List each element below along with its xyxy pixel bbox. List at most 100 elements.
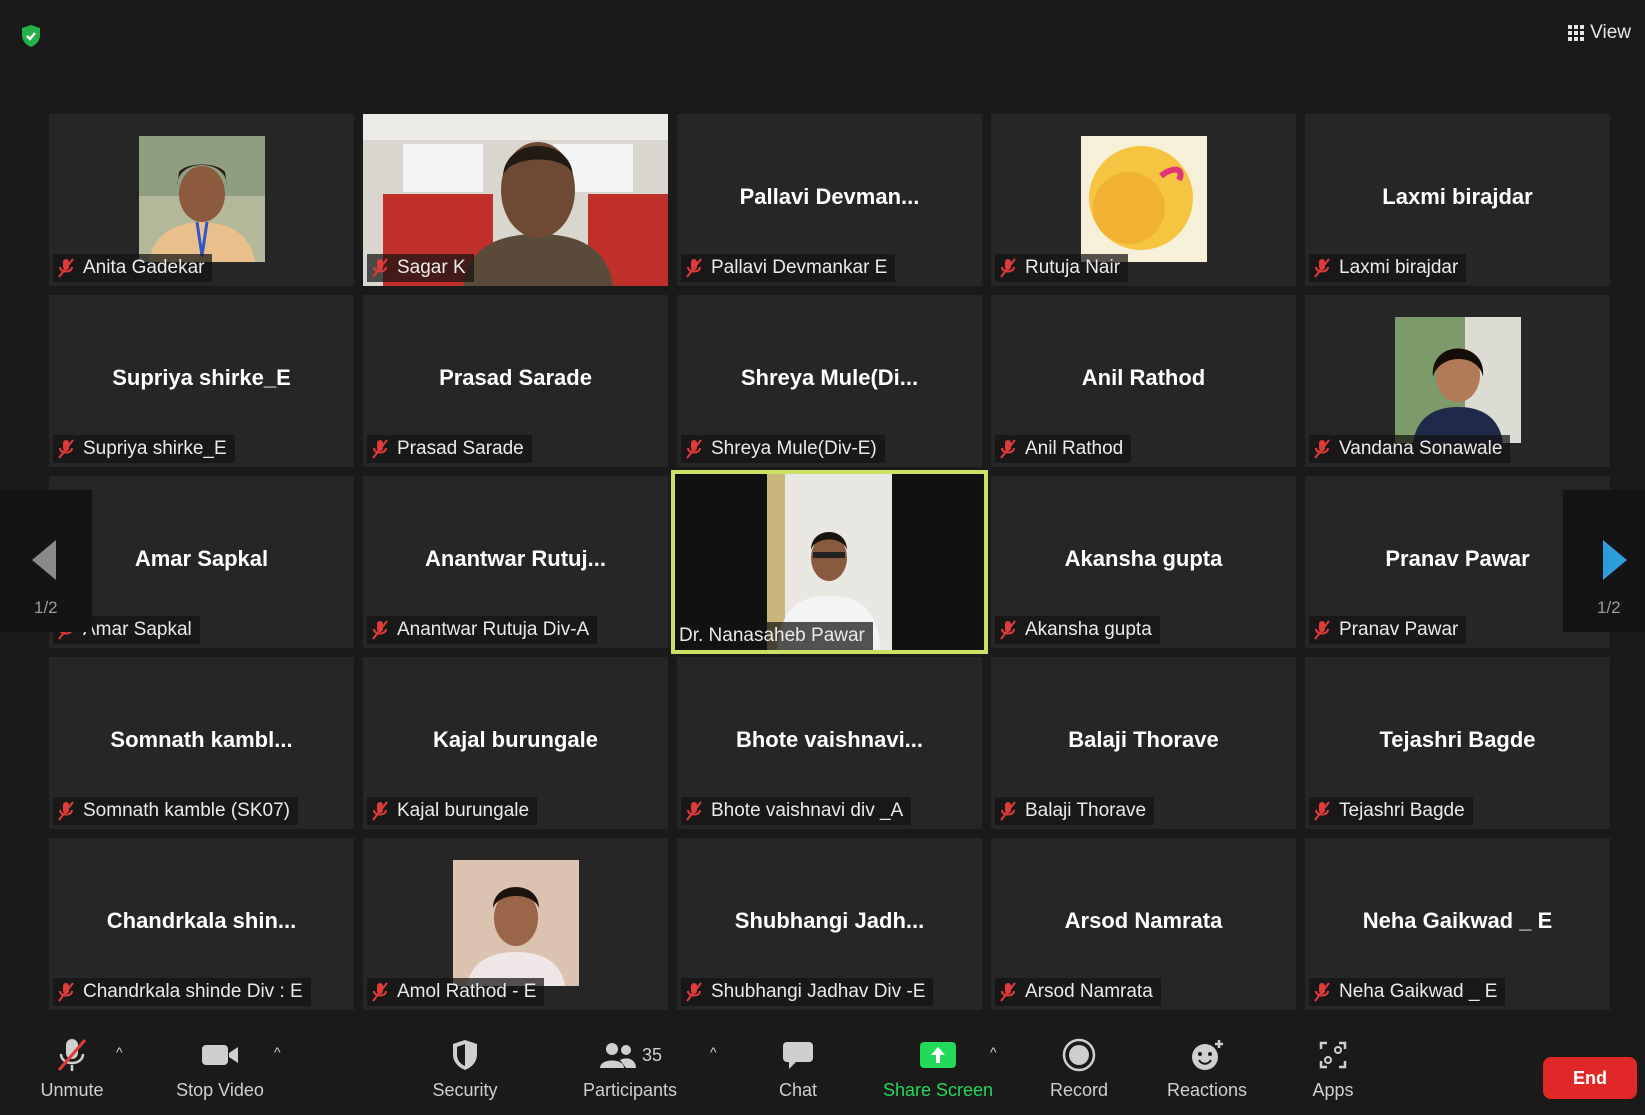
share-screen-button[interactable]: Share Screen bbox=[880, 1030, 996, 1115]
unmute-button[interactable]: Unmute bbox=[30, 1030, 114, 1115]
encryption-shield-icon[interactable] bbox=[20, 24, 42, 48]
page-indicator: 1/2 bbox=[34, 598, 58, 617]
participant-photo bbox=[138, 136, 265, 262]
participant-tile[interactable]: Anita Gadekar bbox=[49, 114, 354, 286]
participant-photo bbox=[452, 860, 579, 986]
participants-options-caret[interactable]: ^ bbox=[710, 1044, 717, 1060]
participant-name-label: Dr. Nanasaheb Pawar bbox=[675, 622, 873, 650]
participant-tile[interactable]: Pallavi Devman... Pallavi Devmankar E bbox=[677, 114, 982, 286]
muted-mic-icon bbox=[58, 258, 74, 278]
participant-name-label: Shubhangi Jadhav Div -E bbox=[681, 978, 934, 1006]
participant-name-label: Vandana Sonawale bbox=[1309, 435, 1511, 463]
participant-name-label: Kajal burungale bbox=[367, 797, 538, 825]
reactions-button[interactable]: Reactions bbox=[1162, 1030, 1252, 1115]
participant-name-label: Arsod Namrata bbox=[995, 978, 1161, 1006]
participant-name-label: Tejashri Bagde bbox=[1309, 797, 1473, 825]
participant-tile[interactable]: Anantwar Rutuj... Anantwar Rutuja Div-A bbox=[363, 476, 668, 648]
apps-button[interactable]: Apps bbox=[1305, 1030, 1361, 1115]
previous-page-button[interactable]: 1/2 bbox=[0, 490, 92, 632]
muted-mic-icon bbox=[686, 439, 702, 459]
participants-button[interactable]: 35 Participants bbox=[580, 1030, 680, 1115]
participant-tile[interactable]: Laxmi birajdar Laxmi birajdar bbox=[1305, 114, 1610, 286]
grid-view-icon bbox=[1568, 25, 1585, 41]
participant-name-label: Akansha gupta bbox=[995, 616, 1160, 644]
meeting-toolbar: Unmute ^ Stop Video ^ Security 35 Partic… bbox=[0, 1030, 1645, 1115]
apps-icon bbox=[1319, 1041, 1347, 1069]
participant-tile[interactable]: Akansha gupta Akansha gupta bbox=[991, 476, 1296, 648]
participant-name-label: Amol Rathod - E bbox=[367, 978, 545, 1006]
participant-name-label: Somnath kamble (SK07) bbox=[53, 797, 298, 825]
stop-video-button[interactable]: Stop Video bbox=[170, 1030, 270, 1115]
muted-mic-icon bbox=[58, 439, 74, 459]
participant-tile[interactable]: Somnath kambl... Somnath kamble (SK07) bbox=[49, 657, 354, 829]
active-speaker-tile[interactable]: Dr. Nanasaheb Pawar bbox=[671, 470, 988, 654]
participant-display-name: Anil Rathod bbox=[1081, 365, 1206, 390]
muted-mic-icon bbox=[372, 801, 388, 821]
chat-bubble-icon bbox=[783, 1042, 813, 1069]
participant-tile[interactable]: Tejashri Bagde Tejashri Bagde bbox=[1305, 657, 1610, 829]
participant-tile[interactable]: Bhote vaishnavi... Bhote vaishnavi div _… bbox=[677, 657, 982, 829]
arrow-right-icon bbox=[1603, 540, 1627, 580]
participant-name-label: Pallavi Devmankar E bbox=[681, 254, 896, 282]
muted-mic-icon bbox=[58, 982, 74, 1002]
muted-mic-icon bbox=[372, 620, 388, 640]
participant-tile[interactable]: Amar Sapkal Amar Sapkal bbox=[49, 476, 354, 648]
participant-name-label: Chandrkala shinde Div : E bbox=[53, 978, 311, 1006]
participant-tile[interactable]: Balaji Thorave Balaji Thorave bbox=[991, 657, 1296, 829]
participant-tile[interactable]: Amol Rathod - E bbox=[363, 838, 668, 1010]
record-button[interactable]: Record bbox=[1046, 1030, 1112, 1115]
gallery-grid: Anita Gadekar Sagar K Pallavi Devman... … bbox=[49, 114, 1610, 1010]
participant-display-name: Pallavi Devman... bbox=[739, 184, 920, 209]
participant-name-label: Laxmi birajdar bbox=[1309, 254, 1467, 282]
participant-display-name: Supriya shirke_E bbox=[112, 365, 291, 390]
participant-display-name: Laxmi birajdar bbox=[1382, 184, 1533, 209]
participant-name-label: Shreya Mule(Div-E) bbox=[681, 435, 885, 463]
participant-name-label: Anita Gadekar bbox=[53, 254, 213, 282]
end-meeting-button[interactable]: End bbox=[1543, 1057, 1637, 1099]
view-button[interactable]: View bbox=[1568, 22, 1631, 44]
participant-display-name: Chandrkala shin... bbox=[106, 908, 297, 933]
participant-display-name: Prasad Sarade bbox=[439, 365, 592, 390]
next-page-button[interactable]: 1/2 bbox=[1563, 490, 1645, 632]
muted-mic-icon bbox=[1314, 439, 1330, 459]
share-screen-icon bbox=[920, 1042, 956, 1068]
participant-photo bbox=[1080, 136, 1207, 262]
participant-tile[interactable]: Prasad Sarade Prasad Sarade bbox=[363, 295, 668, 467]
participant-name-label: Sagar K bbox=[367, 254, 474, 282]
participant-name-label: Neha Gaikwad _ E bbox=[1309, 978, 1506, 1006]
participant-display-name: Shubhangi Jadh... bbox=[734, 908, 925, 933]
participant-tile[interactable]: Chandrkala shin... Chandrkala shinde Div… bbox=[49, 838, 354, 1010]
muted-mic-icon bbox=[686, 982, 702, 1002]
participant-tile[interactable]: Rutuja Nair bbox=[991, 114, 1296, 286]
video-options-caret[interactable]: ^ bbox=[274, 1044, 281, 1060]
security-shield-icon bbox=[453, 1040, 477, 1070]
participant-tile[interactable]: Neha Gaikwad _ E Neha Gaikwad _ E bbox=[1305, 838, 1610, 1010]
participant-tile[interactable]: Sagar K bbox=[363, 114, 668, 286]
participant-tile[interactable]: Kajal burungale Kajal burungale bbox=[363, 657, 668, 829]
participant-tile[interactable]: Anil Rathod Anil Rathod bbox=[991, 295, 1296, 467]
participant-tile[interactable]: Arsod Namrata Arsod Namrata bbox=[991, 838, 1296, 1010]
chat-button[interactable]: Chat bbox=[770, 1030, 826, 1115]
participant-display-name: Anantwar Rutuj... bbox=[425, 546, 606, 571]
participant-photo bbox=[1394, 317, 1521, 443]
participants-count: 35 bbox=[641, 1044, 663, 1065]
top-bar: View bbox=[0, 0, 1645, 70]
muted-mic-icon bbox=[686, 258, 702, 278]
participant-tile[interactable]: Vandana Sonawale bbox=[1305, 295, 1610, 467]
participant-display-name: Amar Sapkal bbox=[134, 546, 269, 571]
participant-name-label: Pranav Pawar bbox=[1309, 616, 1467, 644]
muted-mic-icon bbox=[1000, 258, 1016, 278]
participant-display-name: Somnath kambl... bbox=[110, 727, 293, 752]
participant-name-label: Balaji Thorave bbox=[995, 797, 1155, 825]
share-options-caret[interactable]: ^ bbox=[990, 1044, 997, 1060]
participant-tile[interactable]: Shreya Mule(Di... Shreya Mule(Div-E) bbox=[677, 295, 982, 467]
participant-name-label: Rutuja Nair bbox=[995, 254, 1129, 282]
participant-tile[interactable]: Shubhangi Jadh... Shubhangi Jadhav Div -… bbox=[677, 838, 982, 1010]
participant-name-label: Bhote vaishnavi div _A bbox=[681, 797, 912, 825]
muted-mic-icon bbox=[372, 439, 388, 459]
audio-options-caret[interactable]: ^ bbox=[116, 1044, 123, 1060]
participant-name-label: Supriya shirke_E bbox=[53, 435, 235, 463]
participant-name-label: Prasad Sarade bbox=[367, 435, 532, 463]
security-button[interactable]: Security bbox=[425, 1030, 505, 1115]
participant-tile[interactable]: Supriya shirke_E Supriya shirke_E bbox=[49, 295, 354, 467]
